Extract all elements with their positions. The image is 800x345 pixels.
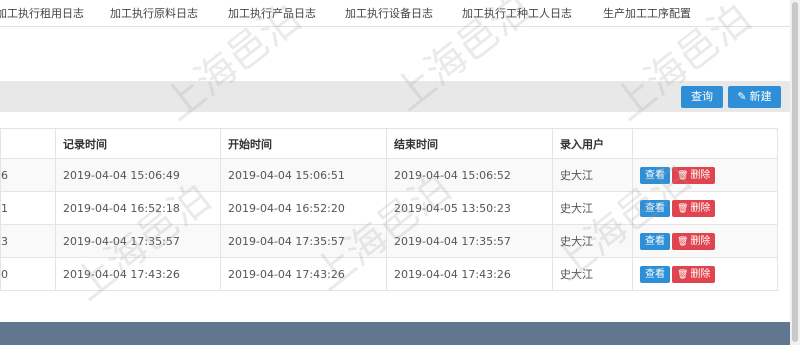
- view-button[interactable]: 查看: [640, 166, 670, 184]
- delete-button-label: 删除: [690, 268, 711, 280]
- tab-material-log[interactable]: 加工执行原料日志: [110, 5, 198, 21]
- table-row: 3 2019-04-04 17:35:57 2019-04-04 17:35:5…: [0, 224, 778, 258]
- header-record-time[interactable]: 记录时间: [55, 128, 221, 159]
- cell-record-time: 2019-04-04 17:35:57: [55, 224, 221, 258]
- table-row: 1 2019-04-04 16:52:18 2019-04-04 16:52:2…: [0, 191, 778, 225]
- cell-actions: 查看 🗑 删除: [632, 257, 778, 291]
- cell-id: 0: [0, 257, 56, 291]
- table-row: 0 2019-04-04 17:43:26 2019-04-04 17:43:2…: [0, 257, 778, 291]
- view-button[interactable]: 查看: [640, 199, 670, 217]
- tab-bar: 加工执行租用日志 加工执行原料日志 加工执行产品日志 加工执行设备日志 加工执行…: [0, 0, 800, 26]
- delete-button-label: 删除: [690, 235, 711, 247]
- table-row: 6 2019-04-04 15:06:49 2019-04-04 15:06:5…: [0, 158, 778, 192]
- tab-divider: [0, 26, 800, 27]
- cell-actions: 查看 🗑 删除: [632, 191, 778, 225]
- delete-button[interactable]: 🗑 删除: [672, 166, 716, 184]
- cell-start-time: 2019-04-04 17:35:57: [220, 224, 387, 258]
- trash-icon: 🗑: [677, 269, 689, 280]
- pencil-icon: ✎: [737, 90, 747, 103]
- log-table: 记录时间 开始时间 结束时间 录入用户 6 2019-04-04 15:06:4…: [0, 128, 778, 291]
- cell-end-time: 2019-04-04 17:35:57: [386, 224, 553, 258]
- delete-button-label: 删除: [690, 169, 711, 181]
- tab-worker-log[interactable]: 加工执行工种工人日志: [462, 5, 572, 21]
- view-button[interactable]: 查看: [640, 265, 670, 283]
- vertical-scrollbar[interactable]: [790, 0, 800, 345]
- footer-bar: [0, 322, 790, 345]
- cell-user: 史大江: [552, 191, 633, 225]
- header-actions: [632, 128, 778, 159]
- delete-button[interactable]: 🗑 删除: [672, 265, 716, 283]
- cell-user: 史大江: [552, 158, 633, 192]
- tab-process-config[interactable]: 生产加工工序配置: [603, 5, 691, 21]
- cell-end-time: 2019-04-04 15:06:52: [386, 158, 553, 192]
- delete-button[interactable]: 🗑 删除: [672, 199, 716, 217]
- cell-id: 1: [0, 191, 56, 225]
- view-button[interactable]: 查看: [640, 232, 670, 250]
- cell-record-time: 2019-04-04 17:43:26: [55, 257, 221, 291]
- header-start-time[interactable]: 开始时间: [220, 128, 387, 159]
- new-button-label: 新建: [749, 90, 772, 103]
- header-id: [0, 128, 56, 159]
- header-end-time[interactable]: 结束时间: [386, 128, 553, 159]
- trash-icon: 🗑: [677, 203, 689, 214]
- tab-rental-log[interactable]: 加工执行租用日志: [0, 5, 84, 21]
- trash-icon: 🗑: [677, 170, 689, 181]
- cell-start-time: 2019-04-04 16:52:20: [220, 191, 387, 225]
- tab-product-log[interactable]: 加工执行产品日志: [228, 5, 316, 21]
- cell-start-time: 2019-04-04 15:06:51: [220, 158, 387, 192]
- trash-icon: 🗑: [677, 236, 689, 247]
- query-button-label: 查询: [691, 90, 713, 103]
- cell-user: 史大江: [552, 257, 633, 291]
- cell-end-time: 2019-04-05 13:50:23: [386, 191, 553, 225]
- cell-actions: 查看 🗑 删除: [632, 224, 778, 258]
- query-button[interactable]: 查询: [681, 86, 723, 108]
- cell-id: 3: [0, 224, 56, 258]
- delete-button-label: 删除: [690, 202, 711, 214]
- scrollbar-thumb[interactable]: [792, 2, 798, 342]
- cell-actions: 查看 🗑 删除: [632, 158, 778, 192]
- header-user[interactable]: 录入用户: [552, 128, 633, 159]
- table-header-row: 记录时间 开始时间 结束时间 录入用户: [0, 128, 778, 159]
- toolbar: [0, 81, 790, 112]
- cell-start-time: 2019-04-04 17:43:26: [220, 257, 387, 291]
- cell-record-time: 2019-04-04 16:52:18: [55, 191, 221, 225]
- cell-end-time: 2019-04-04 17:43:26: [386, 257, 553, 291]
- cell-user: 史大江: [552, 224, 633, 258]
- cell-record-time: 2019-04-04 15:06:49: [55, 158, 221, 192]
- new-button[interactable]: ✎ 新建: [728, 86, 781, 108]
- cell-id: 6: [0, 158, 56, 192]
- delete-button[interactable]: 🗑 删除: [672, 232, 716, 250]
- tab-equipment-log[interactable]: 加工执行设备日志: [345, 5, 433, 21]
